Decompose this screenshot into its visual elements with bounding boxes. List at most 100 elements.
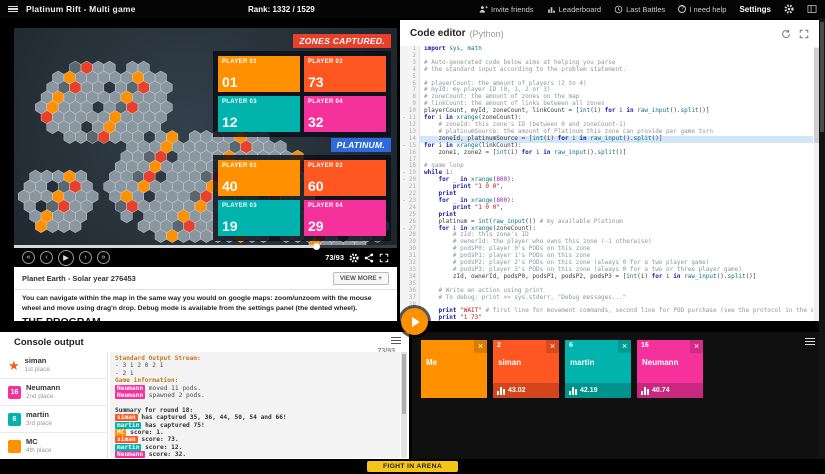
page-scrollbar[interactable] (819, 18, 825, 459)
rank-badge: 16 (8, 386, 21, 399)
standing-row[interactable]: MC 4th place (0, 433, 107, 459)
bar-chart-icon (497, 386, 505, 395)
code-lines[interactable]: 1import sys, math23# Auto-generated code… (400, 46, 813, 321)
code-line[interactable]: 24 print "1 0 0", (400, 205, 813, 212)
nav-leaderboard[interactable]: Leaderboard (547, 5, 602, 14)
code-line[interactable]: 37 # To debug: print >> sys.stderr, "Deb… (400, 295, 813, 302)
player-zones-box: PLAYER 01 01 (218, 56, 300, 92)
agent-close-icon[interactable]: × (690, 340, 703, 353)
player-zones-value: 73 (308, 74, 324, 90)
fight-in-arena-button[interactable]: FIGHT IN ARENA (367, 461, 458, 472)
console-line: martin has captured 75! (115, 422, 395, 429)
bottom-bar: FIGHT IN ARENA (0, 459, 825, 474)
view-more-button[interactable]: VIEW MORE + (333, 272, 389, 285)
code-line[interactable]: 34 zId, ownerId, podsP0, podsP1, podsP2,… (400, 274, 813, 281)
scroll-thumb[interactable] (402, 354, 406, 414)
agent-close-icon[interactable]: × (618, 340, 631, 353)
language-selector[interactable]: (Python) (470, 29, 504, 39)
standing-row[interactable]: ★ siman 1st place (0, 352, 107, 379)
help-icon: ? (678, 5, 686, 13)
viewer-controls: « ‹ ▶ › » 73/93 (14, 245, 397, 267)
player-zones-box: PLAYER 03 12 (218, 96, 300, 132)
console-line: siman has captured 35, 36, 44, 50, 54 an… (115, 414, 395, 421)
code-line[interactable]: 1import sys, math (400, 46, 813, 53)
standings-list: ★ siman 1st place 16 Neumann 2nd place 6… (0, 352, 108, 459)
editor-header: Code editor (Python) (400, 20, 819, 42)
console-scrollbar[interactable] (401, 352, 407, 458)
code-editor: Code editor (Python) 1import sys, math23… (400, 20, 819, 321)
layout-icon[interactable] (807, 4, 817, 14)
gear-icon[interactable] (784, 4, 794, 14)
nav-label: Last Battles (626, 5, 665, 14)
timeline-handle[interactable] (313, 243, 320, 250)
menu-icon[interactable] (8, 6, 18, 13)
standing-name: siman (25, 357, 50, 366)
editor-expand-icon[interactable] (799, 29, 809, 39)
podium-icon (547, 5, 556, 14)
standing-place: 2nd place (26, 393, 60, 400)
code-line[interactable]: 18# game loop (400, 163, 813, 170)
timeline-slider[interactable] (14, 245, 397, 248)
console-line (115, 399, 395, 406)
code-line[interactable]: 21 print "1 0 0", (400, 184, 813, 191)
player-label: PLAYER 02 (308, 163, 343, 169)
console-line: Standard Output Stream: (115, 355, 395, 362)
editor-title: Code editor (410, 28, 466, 39)
standing-place: 4th place (26, 447, 52, 454)
zones-panel: ZONES CAPTURED. PLAYER 01 01 PLAYER 02 7… (213, 34, 391, 137)
standing-name: MC (26, 438, 52, 447)
play-icon (412, 317, 420, 327)
console-lines[interactable]: Standard Output Stream:- 3 1 2 0 2 1- 2 … (110, 352, 400, 458)
player-label: PLAYER 03 (222, 203, 257, 209)
nav-settings[interactable]: Settings (739, 5, 771, 14)
standing-place: 1st place (25, 366, 50, 373)
play-button[interactable]: ▶ (58, 250, 74, 266)
reset-code-icon[interactable] (781, 29, 791, 39)
player-platinum-box: PLAYER 04 29 (304, 200, 386, 236)
player-zones-value: 12 (222, 114, 238, 130)
code-line[interactable]: 40 print "1 73" (400, 315, 813, 321)
game-viewer[interactable]: ZONES CAPTURED. PLAYER 01 01 PLAYER 02 7… (14, 28, 397, 245)
nav-label: Leaderboard (559, 5, 602, 14)
nav-invite-friends[interactable]: Invite friends (479, 5, 534, 14)
share-icon[interactable] (364, 253, 374, 263)
jump-start-button[interactable]: « (22, 251, 35, 264)
agents-menu-icon[interactable] (805, 338, 815, 345)
jump-end-button[interactable]: » (97, 251, 110, 264)
agent-score-value: 40.74 (652, 387, 670, 394)
next-frame-button[interactable]: › (79, 251, 92, 264)
standing-row[interactable]: 16 Neumann 2nd place (0, 379, 107, 406)
nav-help[interactable]: ? I need help (678, 5, 726, 14)
nav-label: Settings (739, 5, 771, 14)
code-line[interactable]: 4# the standard input according to the p… (400, 67, 813, 74)
standing-row[interactable]: 6 martin 3rd place (0, 406, 107, 433)
console-line: Game information: (115, 377, 395, 384)
console-menu-icon[interactable] (391, 337, 401, 344)
code-line[interactable]: 16 zone1, zone2 = [int(i) for i in raw_i… (400, 150, 813, 157)
agent-rank: 6 (569, 342, 573, 349)
agent-close-icon[interactable]: × (474, 340, 487, 353)
nav-label: Invite friends (491, 5, 534, 14)
fullscreen-icon[interactable] (379, 253, 389, 263)
agent-score: 42.19 (565, 383, 631, 398)
rank-badge: 6 (8, 413, 21, 426)
run-button[interactable] (401, 308, 428, 335)
console-line: martin score: 12. (115, 444, 395, 451)
viewer-settings-icon[interactable] (349, 253, 359, 263)
bar-chart-icon (569, 386, 577, 395)
console-panel: Console output 73/93 ★ siman 1st place 1… (0, 332, 409, 459)
rank-badge (8, 440, 21, 453)
player-zones-box: PLAYER 04 32 (304, 96, 386, 132)
prev-frame-button[interactable]: ‹ (40, 251, 53, 264)
agent-card: 16 × Neumann 40.74 (637, 340, 703, 398)
agent-close-icon[interactable]: × (546, 340, 559, 353)
clock-icon (614, 5, 623, 14)
console-title: Console output (14, 337, 84, 348)
nav-last-battles[interactable]: Last Battles (614, 5, 665, 14)
agent-name: martin (570, 358, 594, 367)
frame-counter: 73/93 (325, 253, 344, 262)
scroll-thumb[interactable] (820, 22, 824, 132)
player-platinum-box: PLAYER 01 40 (218, 160, 300, 196)
player-zones-box: PLAYER 02 73 (304, 56, 386, 92)
timeline-progress (14, 245, 313, 248)
